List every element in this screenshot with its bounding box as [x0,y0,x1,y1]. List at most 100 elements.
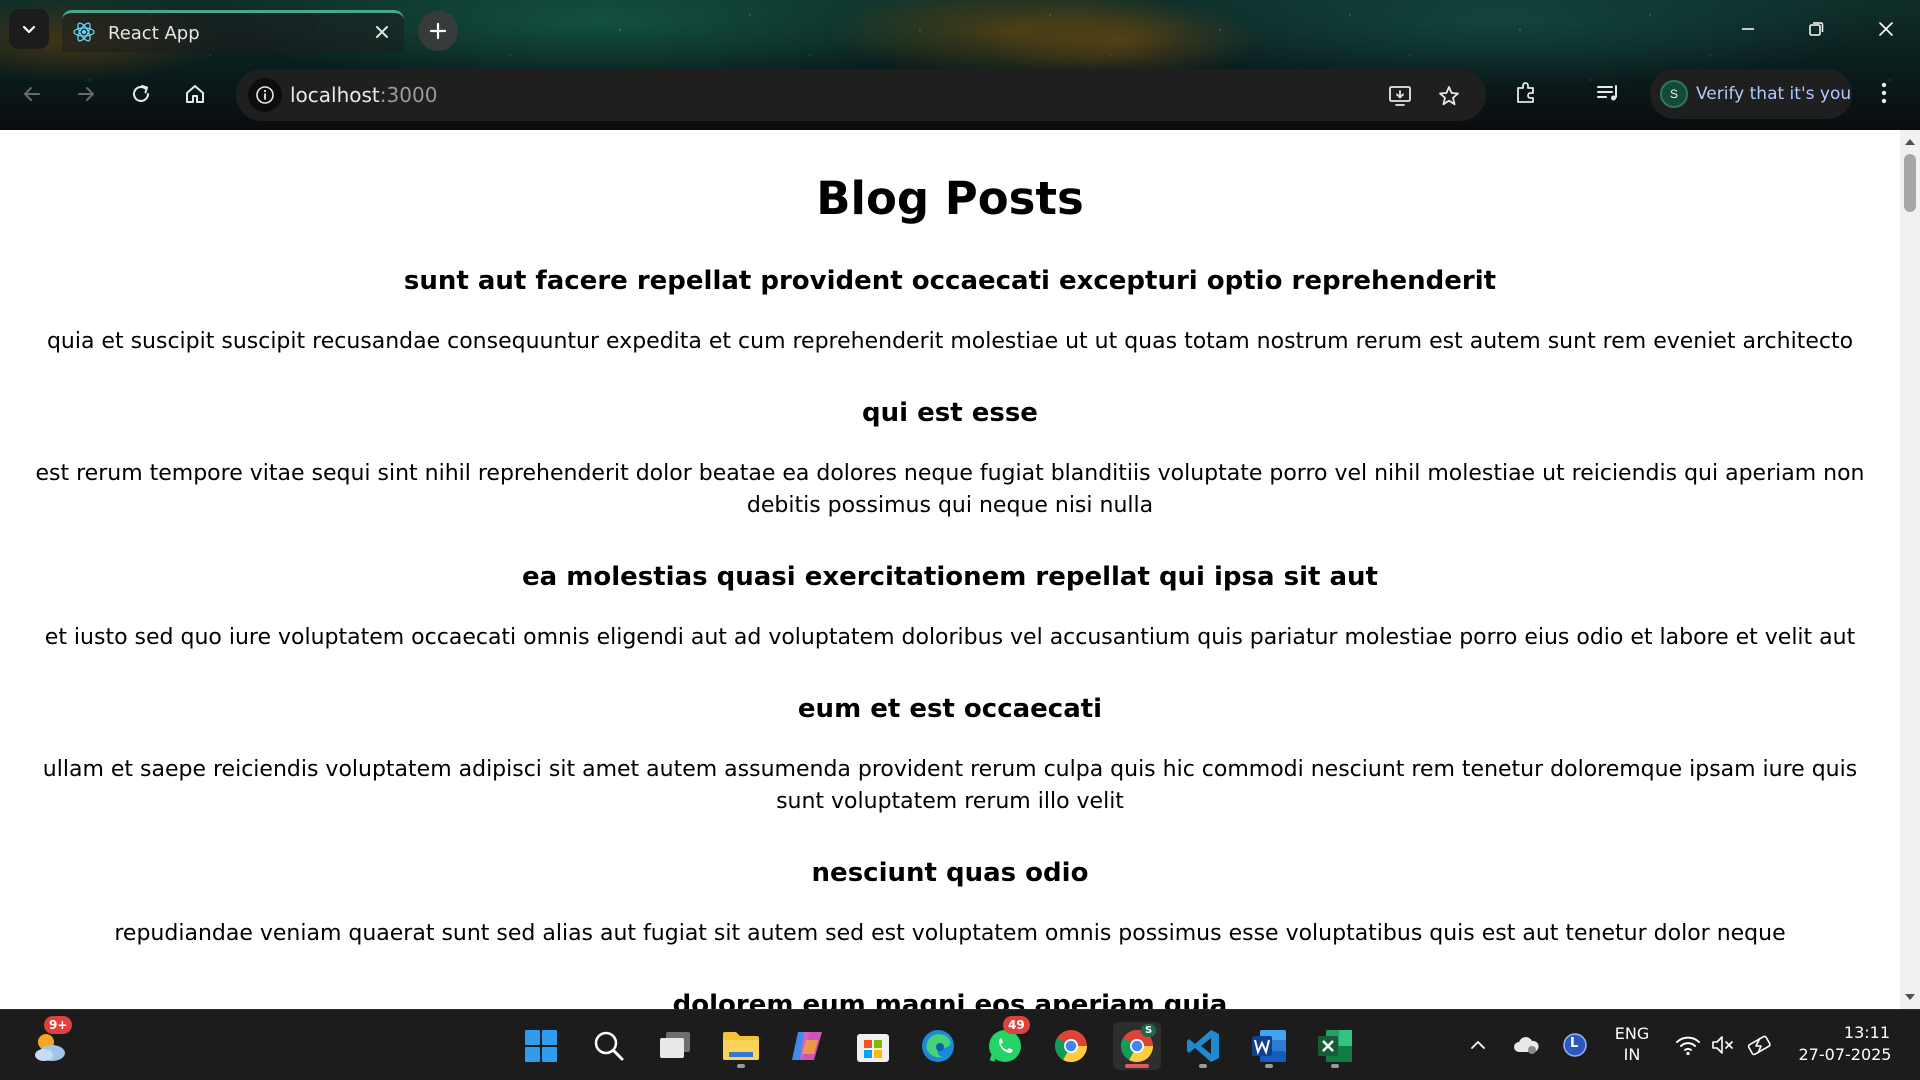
excel-button[interactable] [1311,1022,1359,1070]
install-app-icon [1389,86,1411,106]
taskbar: 9+ 49 S L ENG IN 13:11 27-07-2025 [0,1009,1920,1080]
running-indicator [1331,1064,1339,1068]
info-icon [256,86,274,104]
post-item: nesciunt quas odio repudiandae veniam qu… [0,856,1900,950]
plus-icon [429,22,447,40]
post-title: sunt aut facere repellat provident occae… [403,266,1497,296]
running-indicator [1199,1064,1207,1068]
onedrive-button[interactable] [1511,1030,1541,1060]
arrow-left-icon [24,87,40,101]
file-explorer-button[interactable] [717,1022,765,1070]
tab-title: React App [108,23,200,44]
profile-button[interactable]: S Verify that it's you [1650,69,1852,119]
browser-menu-button[interactable] [1866,75,1902,111]
arrow-right-icon [78,87,94,101]
post-body: repudiandae veniam quaerat sunt sed alia… [114,921,1786,946]
microsoft-store-button[interactable] [849,1022,897,1070]
blog-page: Blog Posts sunt aut facere repellat prov… [0,172,1900,1009]
post-body: et iusto sed quo iure voluptatem occaeca… [44,625,1856,650]
post-body: quia et suscipit suscipit recusandae con… [46,329,1854,354]
restore-icon [1809,22,1824,36]
cloud-icon [1514,1037,1539,1054]
wifi-icon [1676,1036,1700,1056]
url-port: :3000 [379,83,438,107]
avatar: S [1660,80,1688,108]
address-bar[interactable]: localhost:3000 [236,69,1486,121]
running-indicator [737,1064,745,1068]
url-text[interactable]: localhost:3000 [290,83,437,107]
show-hidden-icons-button[interactable] [1463,1030,1493,1060]
tab-search-button[interactable] [9,9,49,49]
post-title: eum et est occaecati [797,694,1103,724]
puzzle-icon [1517,82,1534,103]
vscode-icon [1187,1030,1219,1062]
chrome-profile-badge: S [1141,1024,1157,1037]
star-icon [1439,86,1459,106]
post-item: ea molestias quasi exercitationem repell… [0,560,1900,654]
bookmark-button[interactable] [1434,81,1464,111]
clock-time: 13:11 [1843,1023,1890,1042]
task-view-button[interactable] [651,1022,699,1070]
extensions-button[interactable] [1508,75,1544,111]
edge-button[interactable] [914,1022,962,1070]
restore-button[interactable] [1798,13,1834,45]
start-button[interactable] [517,1022,565,1070]
close-tab-icon[interactable] [372,22,392,42]
running-indicator [1265,1064,1273,1068]
tab-react-app[interactable]: React App [62,10,404,52]
chrome-button[interactable] [1047,1022,1095,1070]
word-icon [1252,1030,1286,1062]
post-item: sunt aut facere repellat provident occae… [0,264,1900,358]
battery-button[interactable] [1745,1030,1775,1060]
region-code: IN [1623,1045,1641,1064]
install-app-button[interactable] [1386,81,1416,111]
input-language-button[interactable]: ENG IN [1610,1023,1654,1065]
whatsapp-badge: 49 [1003,1016,1030,1034]
home-icon [186,85,204,103]
battery-charging-icon [1747,1035,1771,1056]
site-info-button[interactable] [248,78,282,112]
tab-strip: React App [0,0,1920,60]
reload-icon [133,85,149,102]
post-item: qui est esse est rerum tempore vitae seq… [0,396,1900,522]
post-body: ullam et saepe reiciendis voluptatem adi… [42,757,1858,814]
account-tray-button[interactable]: L [1560,1030,1590,1060]
whatsapp-button[interactable]: 49 [981,1016,1030,1070]
page-viewport: Blog Posts sunt aut facere repellat prov… [0,130,1900,1009]
post-item: dolorem eum magni eos aperiam quia [0,988,1900,1009]
clock-date: 27-07-2025 [1798,1045,1892,1064]
reading-list-button[interactable] [1590,75,1626,111]
language-code: ENG [1614,1024,1650,1043]
account-initial: L [1570,1036,1579,1051]
chrome-profile-button[interactable]: S [1113,1022,1161,1070]
post-body: est rerum tempore vitae sequi sint nihil… [35,461,1865,518]
reload-button[interactable] [121,74,161,114]
page-scrollbar[interactable] [1900,130,1920,1009]
weather-widget[interactable]: 9+ [26,1016,74,1070]
back-button[interactable] [12,74,52,114]
vscode-button[interactable] [1179,1022,1227,1070]
browser-toolbar: localhost:3000 S Verify that it's you [0,60,1920,130]
scroll-up-arrow-icon[interactable] [1904,136,1916,148]
network-button[interactable] [1673,1030,1703,1060]
post-title: nesciunt quas odio [811,858,1089,888]
home-button[interactable] [175,74,215,114]
minimize-button[interactable] [1730,13,1766,45]
search-button[interactable] [585,1022,633,1070]
close-window-button[interactable] [1868,13,1904,45]
url-host: localhost [290,83,380,107]
copilot-button[interactable] [783,1022,831,1070]
word-button[interactable] [1245,1022,1293,1070]
scroll-thumb[interactable] [1904,154,1916,212]
copilot-icon [792,1032,822,1060]
volume-button[interactable] [1708,1030,1738,1060]
media-playlist-icon [1597,85,1617,101]
forward-button[interactable] [66,74,106,114]
excel-icon [1318,1030,1352,1062]
new-tab-button[interactable] [418,11,458,51]
scroll-down-arrow-icon[interactable] [1904,991,1916,1003]
post-title: dolorem eum magni eos aperiam quia [672,990,1228,1009]
chrome-icon [1054,1030,1087,1063]
clock-button[interactable]: 13:11 27-07-2025 [1790,1022,1900,1066]
browser-chrome: React App localhost:3000 S Verify that i… [0,0,1920,130]
